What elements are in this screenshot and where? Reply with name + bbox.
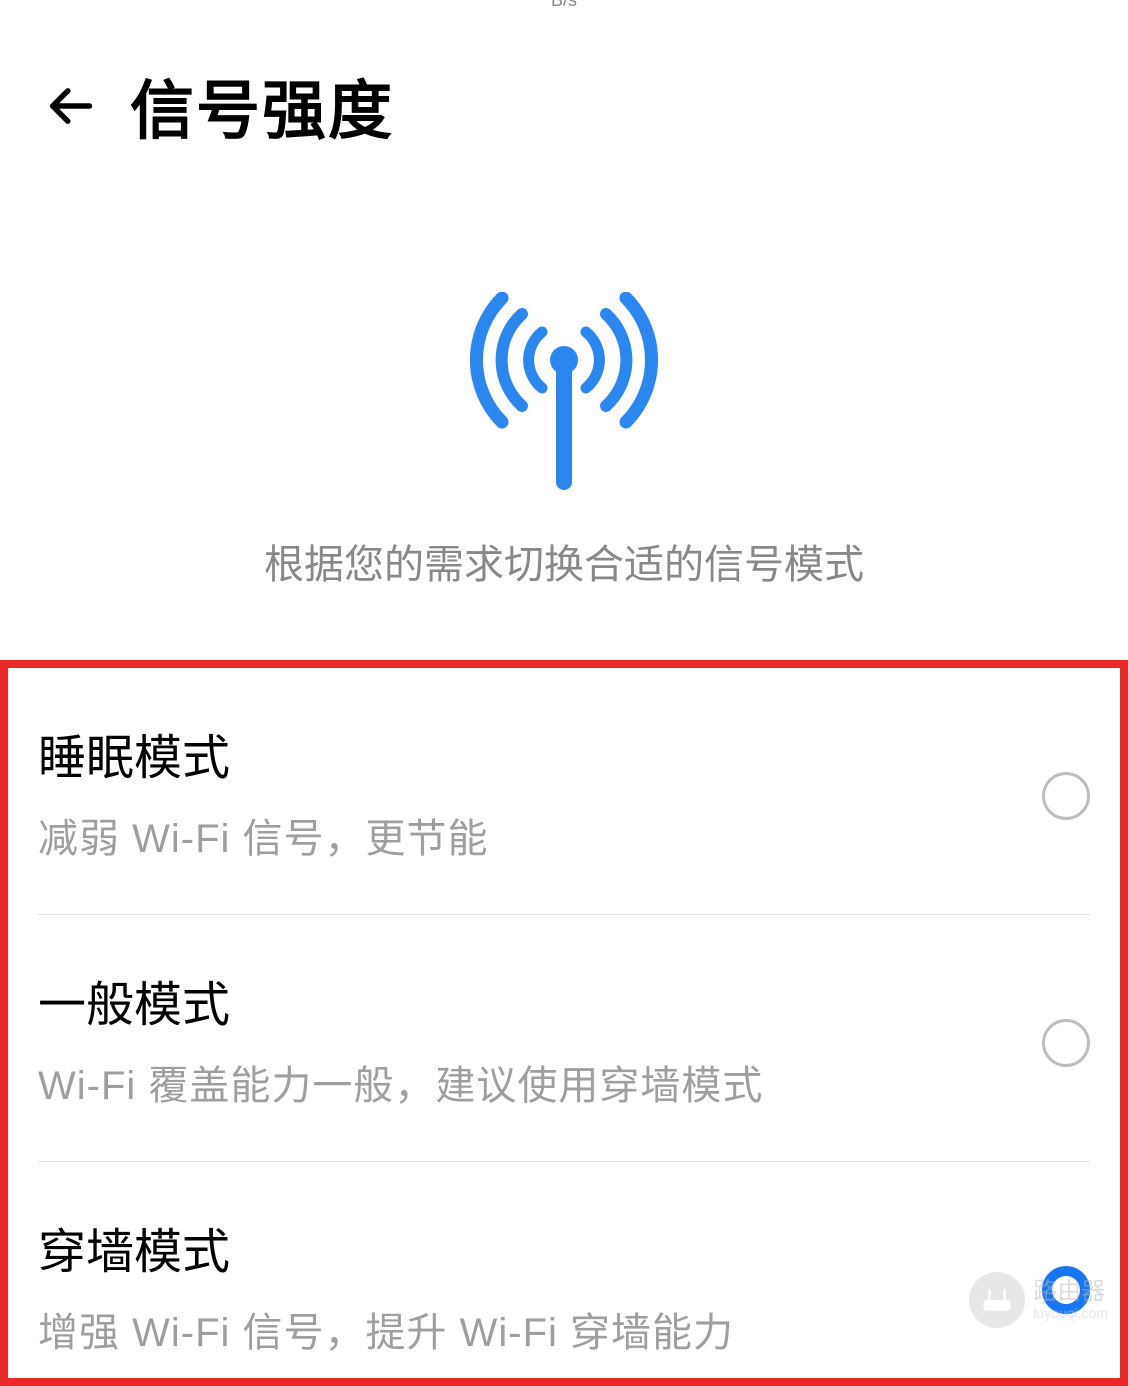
options-highlighted-box: 睡眠模式 减弱 Wi-Fi 信号，更节能 一般模式 Wi-Fi 覆盖能力一般，建… — [0, 660, 1128, 1386]
header: 信号强度 — [0, 10, 1128, 182]
signal-strength-icon — [459, 292, 669, 492]
option-wall-mode[interactable]: 穿墙模式 增强 Wi-Fi 信号，提升 Wi-Fi 穿墙能力 — [38, 1162, 1090, 1378]
status-bar-cropped: B/s — [0, 0, 1128, 10]
watermark: 路由器 luyouqi.com — [969, 1272, 1108, 1328]
hero-section: 根据您的需求切换合适的信号模式 — [0, 182, 1128, 640]
option-title: 穿墙模式 — [38, 1212, 1022, 1282]
watermark-subtext: luyouqi.com — [1033, 1305, 1108, 1321]
option-desc: 减弱 Wi-Fi 信号，更节能 — [38, 806, 1022, 864]
watermark-text: 路由器 — [1033, 1279, 1108, 1305]
radio-sleep-mode[interactable] — [1042, 772, 1090, 820]
option-desc: Wi-Fi 覆盖能力一般，建议使用穿墙模式 — [38, 1053, 1022, 1111]
option-sleep-mode[interactable]: 睡眠模式 减弱 Wi-Fi 信号，更节能 — [38, 668, 1090, 915]
watermark-router-icon — [969, 1272, 1025, 1328]
option-title: 一般模式 — [38, 965, 1022, 1035]
back-arrow-icon — [44, 80, 96, 132]
option-text: 穿墙模式 增强 Wi-Fi 信号，提升 Wi-Fi 穿墙能力 — [38, 1212, 1022, 1358]
option-normal-mode[interactable]: 一般模式 Wi-Fi 覆盖能力一般，建议使用穿墙模式 — [38, 915, 1090, 1162]
back-button[interactable] — [40, 76, 100, 136]
hero-subtitle: 根据您的需求切换合适的信号模式 — [264, 532, 864, 590]
page-title: 信号强度 — [130, 60, 394, 152]
radio-normal-mode[interactable] — [1042, 1019, 1090, 1067]
option-text: 一般模式 Wi-Fi 覆盖能力一般，建议使用穿墙模式 — [38, 965, 1022, 1111]
option-desc: 增强 Wi-Fi 信号，提升 Wi-Fi 穿墙能力 — [38, 1300, 1022, 1358]
option-title: 睡眠模式 — [38, 718, 1022, 788]
option-text: 睡眠模式 减弱 Wi-Fi 信号，更节能 — [38, 718, 1022, 864]
